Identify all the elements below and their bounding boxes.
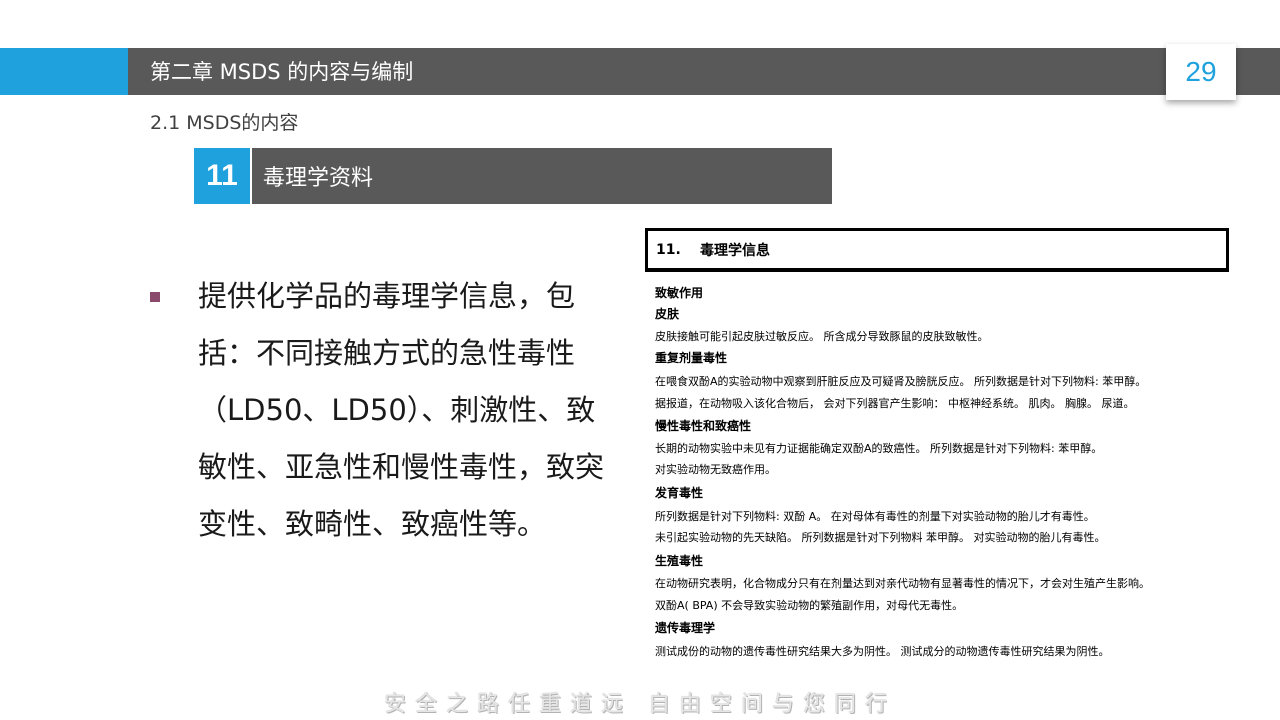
doc-section-number: 11. [656, 241, 681, 258]
doc-section-header: 11. 毒理学信息 [645, 228, 1229, 272]
doc-subheading: 皮肤 [655, 307, 680, 321]
doc-text-line: 皮肤接触可能引起皮肤过敏反应。 所含成分导致豚鼠的皮肤致敏性。 [655, 330, 989, 343]
chapter-title: 第二章 MSDS 的内容与编制 [150, 60, 414, 84]
bullet-square-icon [150, 292, 160, 302]
doc-text-line: 长期的动物实验中未见有力证据能确定双酚A的致癌性。 所列数据是针对下列物料: 苯… [655, 442, 1103, 455]
doc-text-line: 所列数据是针对下列物料: 双酚 A。 在对母体有毒性的剂量下对实验动物的胎儿才有… [655, 510, 1095, 523]
doc-text-line: 在动物研究表明，化合物成分只有在剂量达到对亲代动物有显著毒性的情况下，才会对生殖… [655, 577, 1150, 590]
doc-text-line: 据报道，在动物吸入该化合物后， 会对下列器官产生影响： 中枢神经系统。 肌肉。 … [655, 397, 1135, 410]
section-title: 毒理学资料 [252, 148, 832, 204]
doc-text-line: 测试成份的动物的遗传毒性研究结果大多为阴性。 测试成分的动物遗传毒性研究结果为阴… [655, 645, 1110, 658]
header-accent-block [0, 48, 128, 95]
body-text: 提供化学品的毒理学信息，包括：不同接触方式的急性毒性（LD50、LD50）、刺激… [198, 279, 605, 541]
doc-heading: 致敏作用 [655, 286, 704, 300]
doc-text-line: 双酚A( BPA) 不会导致实验动物的繁殖副作用，对母代无毒性。 [655, 599, 964, 612]
doc-text-line: 在喂食双酚A的实验动物中观察到肝脏反应及可疑肾及膀胱反应。 所列数据是针对下列物… [655, 375, 1147, 388]
section-number: 11 [194, 148, 250, 204]
doc-heading: 遗传毒理学 [655, 621, 716, 635]
doc-heading: 慢性毒性和致癌性 [655, 419, 752, 433]
page-number-tab: 29 [1166, 44, 1236, 100]
doc-section-title: 毒理学信息 [700, 242, 770, 259]
doc-text-line: 未引起实验动物的先天缺陷。 所列数据是针对下列物料 苯甲醇。 对实验动物的胎儿有… [655, 531, 1106, 544]
doc-heading: 生殖毒性 [655, 554, 704, 568]
doc-text-line: 对实验动物无致癌作用。 [655, 463, 776, 476]
doc-heading: 重复剂量毒性 [655, 351, 728, 365]
section-subtitle: 2.1 MSDS的内容 [150, 112, 299, 134]
page-number: 29 [1185, 56, 1217, 87]
doc-heading: 发育毒性 [655, 486, 704, 500]
footer-slogan: 安全之路任重道远 自由空间与您同行 [384, 692, 896, 717]
